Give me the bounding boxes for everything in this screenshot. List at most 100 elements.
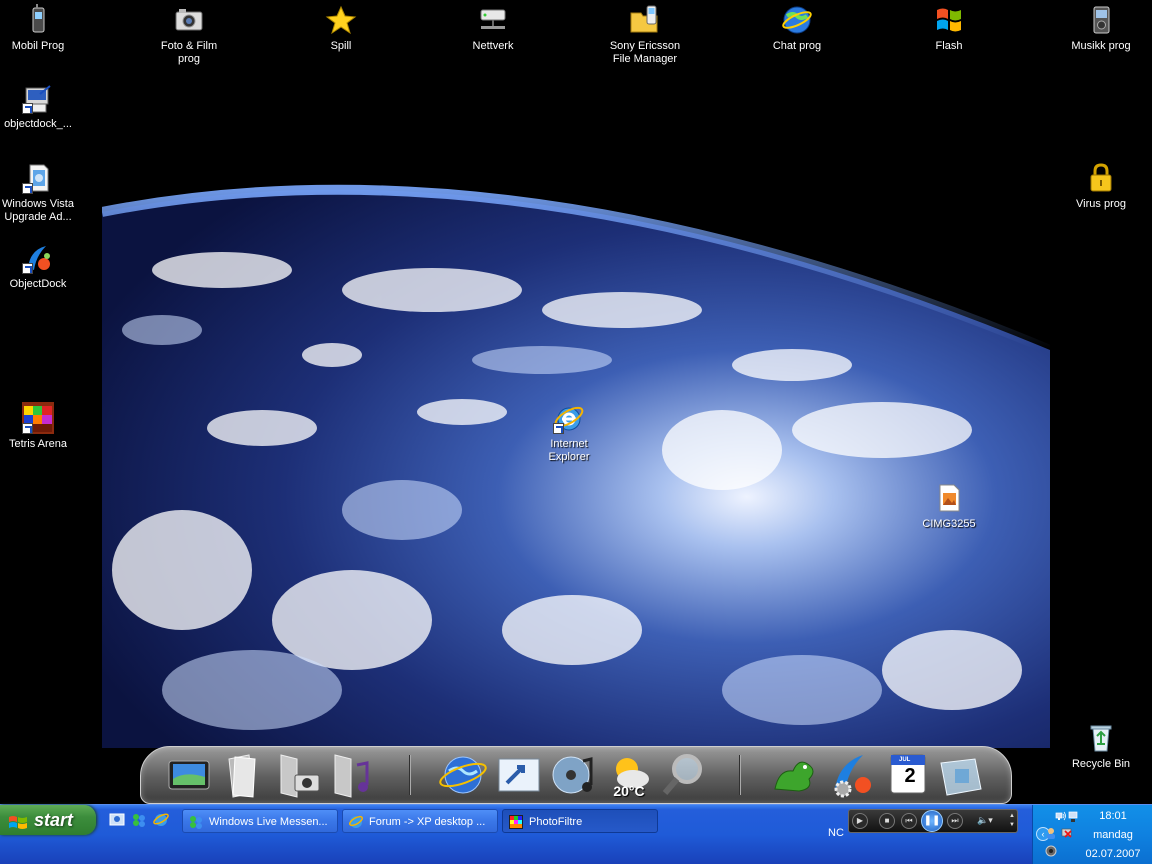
magnifier-icon (662, 754, 702, 795)
desktop-icon-tetris-arena[interactable]: Tetris Arena (0, 402, 81, 451)
recycle-bin-icon (1085, 722, 1117, 754)
shortcut-arrow-icon (22, 263, 33, 274)
glass-bin-icon (940, 758, 982, 796)
photofiltre-icon (508, 814, 524, 830)
folder-phone-icon (629, 4, 661, 36)
desktop-icon-virus-prog[interactable]: Virus prog (1058, 162, 1144, 211)
desktop-icon-foto-film-prog[interactable]: Foto & Film prog (146, 4, 232, 66)
desktop-icon-flash[interactable]: Flash (906, 4, 992, 53)
dock-item-search[interactable] (659, 749, 711, 801)
media-pause-button[interactable]: ❚❚ (921, 810, 943, 832)
messenger-buddies-icon[interactable] (130, 811, 148, 829)
desktop-icon-objectdock[interactable]: ObjectDock (0, 242, 81, 291)
desktop-icon-recycle-bin[interactable]: Recycle Bin (1058, 722, 1144, 771)
camera-icon (173, 4, 205, 36)
task-label: Windows Live Messen... (209, 816, 328, 828)
security-alert-tray-icon[interactable] (1061, 827, 1073, 839)
dock-separator (409, 755, 411, 795)
desktop-icon-label: ObjectDock (9, 278, 67, 290)
desktop-icon-internet-explorer[interactable]: Internet Explorer (526, 402, 612, 464)
desktop-icon-nettverk[interactable]: Nettverk (450, 4, 536, 53)
dock-item-recycle-bin[interactable] (935, 749, 987, 801)
desktop-icon-windows-vista-upgrade[interactable]: Windows Vista Upgrade Ad... (0, 162, 81, 224)
tv-icon (168, 760, 210, 790)
dock-item-calendar[interactable]: JUL 2 (881, 749, 933, 801)
settings-gear-icon (834, 755, 871, 798)
task-windows-live-messenger[interactable]: Windows Live Messen... (182, 809, 338, 833)
dock-item-documents[interactable] (219, 749, 271, 801)
mp3-player-icon (1085, 4, 1117, 36)
media-stop-button[interactable]: ■ (879, 813, 895, 829)
sync-arrows-icon (498, 758, 540, 792)
dock-item-sync[interactable] (493, 749, 545, 801)
clock-day[interactable]: mandag (1073, 829, 1152, 841)
task-label: PhotoFiltre (529, 816, 583, 828)
media-player-toolbar: ▶ ■ ⏮ ❚❚ ⏭ 🔈▾ ▲ ▼ (848, 809, 1018, 833)
desktop-icon-label: Recycle Bin (1071, 758, 1131, 770)
start-button[interactable]: start (0, 805, 96, 835)
desktop-icon-chat-prog[interactable]: Chat prog (754, 4, 840, 53)
desktop-icon-label: Internet Explorer (548, 438, 590, 463)
media-previous-button[interactable]: ⏮ (901, 813, 917, 829)
media-open-button[interactable]: ▶ (852, 813, 868, 829)
desktop-icon-label: objectdock_... (4, 118, 72, 130)
dock-item-messenger-buddy[interactable] (769, 749, 821, 801)
weather-temperature: 20°C (613, 783, 645, 799)
quick-launch (106, 809, 178, 833)
vista-upgrade-icon (22, 162, 54, 194)
desktop-icon-label: Spill (330, 40, 352, 52)
dock-item-dock-settings[interactable] (825, 749, 877, 801)
internet-explorer-icon (348, 814, 364, 830)
lock-icon (1085, 162, 1117, 194)
mobile-phone-icon (22, 4, 54, 36)
desktop-icon-objectdock-installer[interactable]: objectdock_... (0, 82, 81, 131)
desktop-icon-label: Nettverk (472, 40, 514, 52)
desktop-icon-label: Chat prog (772, 40, 822, 52)
network-icon (477, 4, 509, 36)
dock-item-music[interactable] (327, 749, 379, 801)
desktop-icon-label: Musikk prog (1071, 40, 1131, 52)
taskbar: start Windows Live Messen... Forum -> XP… (0, 804, 1152, 864)
speaker-tray-icon[interactable] (1045, 845, 1057, 857)
desktop-icon-sony-ericsson[interactable]: Sony Ericsson File Manager (602, 4, 688, 66)
globe-icon (781, 4, 813, 36)
task-label: Forum -> XP desktop ... (369, 816, 486, 828)
media-next-button[interactable]: ⏭ (947, 813, 963, 829)
messenger-icon (188, 814, 204, 830)
media-restore-icon[interactable]: ▲ ▼ (1009, 812, 1015, 830)
windows-logo-icon (933, 4, 965, 36)
dock-item-media-center[interactable] (165, 749, 217, 801)
globe-icon (439, 756, 487, 794)
desktop-icon-mobil-prog[interactable]: Mobil Prog (0, 4, 81, 53)
desktop-icon-spill[interactable]: Spill (298, 4, 384, 53)
objectdock-icon (22, 242, 54, 274)
task-forum-xp-desktop[interactable]: Forum -> XP desktop ... (342, 809, 498, 833)
desktop-icon-cimg3255[interactable]: CIMG3255 (906, 482, 992, 531)
network-tray-icon[interactable] (1055, 811, 1067, 823)
shortcut-arrow-icon (22, 183, 33, 194)
documents-icon (228, 754, 256, 798)
internet-explorer-icon (553, 402, 585, 434)
desktop-icon-label: CIMG3255 (922, 518, 976, 530)
shortcut-arrow-icon (22, 423, 33, 434)
shortcut-arrow-icon (22, 103, 33, 114)
language-indicator[interactable]: NC (828, 827, 844, 839)
music-disc-icon (552, 756, 593, 794)
internet-explorer-icon[interactable] (152, 811, 170, 829)
clock-time[interactable]: 18:01 (1073, 810, 1152, 822)
dock-item-pictures[interactable] (273, 749, 325, 801)
clock-date[interactable]: 02.07.2007 (1073, 848, 1152, 860)
volume-icon[interactable]: 🔈▾ (977, 815, 993, 826)
start-label: start (34, 810, 74, 830)
desktop-icon-musikk-prog[interactable]: Musikk prog (1058, 4, 1144, 53)
show-desktop-icon[interactable] (108, 811, 126, 829)
desktop-icon-label: Flash (935, 40, 963, 52)
calendar-day: 2 (904, 765, 916, 787)
tetris-icon (22, 402, 54, 434)
dock-item-weather[interactable]: 20°C (603, 749, 655, 801)
task-photofiltre[interactable]: PhotoFiltre (502, 809, 658, 833)
dock-item-internet[interactable] (437, 749, 489, 801)
dock-item-media-player[interactable] (547, 749, 599, 801)
user-tray-icon[interactable] (1045, 827, 1057, 839)
star-icon (325, 4, 357, 36)
